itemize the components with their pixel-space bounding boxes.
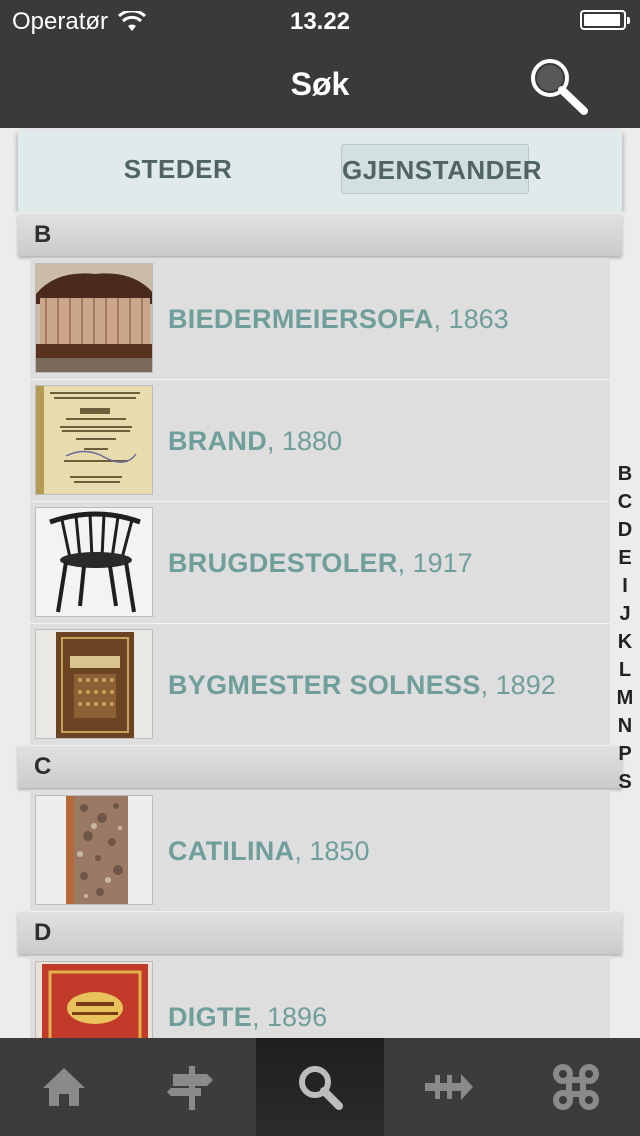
index-letter[interactable]: M (612, 684, 638, 712)
list-item[interactable]: CATILINA, 1850 (30, 790, 610, 912)
signpost-icon (167, 1066, 213, 1110)
section-header-d: D (18, 912, 622, 954)
search-icon[interactable] (526, 56, 590, 116)
index-letter[interactable]: D (612, 516, 638, 544)
tab-places[interactable] (128, 1038, 256, 1136)
tab-search[interactable] (256, 1038, 384, 1136)
item-year: , 1880 (267, 426, 343, 456)
item-name: BYGMESTER SOLNESS (168, 670, 481, 700)
segment-steder[interactable]: STEDER (118, 144, 238, 194)
item-name: CATILINA (168, 836, 295, 866)
list-item[interactable]: BRAND, 1880 (30, 380, 610, 502)
items-list[interactable]: B BIEDERMEIERSOFA, 1863 BRAND, 1880 BRUG… (0, 212, 640, 1038)
segmented-control: STEDER GJENSTANDER (18, 130, 622, 212)
list-item[interactable]: BYGMESTER SOLNESS, 1892 (30, 624, 610, 746)
item-label: CATILINA, 1850 (168, 790, 369, 912)
status-time: 13.22 (289, 8, 351, 35)
index-letter[interactable]: N (612, 712, 638, 740)
thumbnail-brand (35, 385, 153, 495)
item-year: , 1863 (433, 304, 509, 334)
timeline-icon (425, 1074, 473, 1100)
item-year: , 1850 (294, 836, 370, 866)
list-item[interactable]: DIGTE, 1896 (30, 956, 610, 1038)
segment-gjenstander[interactable]: GJENSTANDER (341, 144, 542, 194)
search-icon (299, 1066, 343, 1110)
section-header-c: C (18, 746, 622, 788)
battery-fill (584, 14, 620, 26)
tab-more[interactable] (512, 1038, 640, 1136)
index-letter[interactable]: P (612, 740, 638, 768)
section-header-b: B (18, 214, 622, 256)
thumbnail-sofa (35, 263, 153, 373)
battery-icon (580, 10, 630, 30)
item-name: DIGTE (168, 1002, 253, 1032)
item-label: BIEDERMEIERSOFA, 1863 (168, 258, 509, 380)
tab-home[interactable] (0, 1038, 128, 1136)
item-label: BRUGDESTOLER, 1917 (168, 502, 473, 624)
status-bar: Operatør 13.22 (0, 0, 640, 40)
item-label: BYGMESTER SOLNESS, 1892 (168, 624, 556, 746)
thumbnail-digte (35, 961, 153, 1038)
item-label: DIGTE, 1896 (168, 956, 327, 1038)
tab-timeline[interactable] (384, 1038, 512, 1136)
top-bar: Operatør 13.22 Søk (0, 0, 640, 128)
index-letter[interactable]: E (612, 544, 638, 572)
index-letter[interactable]: L (612, 656, 638, 684)
command-icon (553, 1064, 599, 1110)
home-icon (43, 1068, 85, 1106)
item-name: BRAND (168, 426, 267, 456)
index-letter[interactable]: S (612, 768, 638, 796)
item-name: BRUGDESTOLER (168, 548, 398, 578)
thumbnail-chair (35, 507, 153, 617)
list-item[interactable]: BRUGDESTOLER, 1917 (30, 502, 610, 624)
index-letter[interactable]: C (612, 488, 638, 516)
section-index[interactable]: B C D E I J K L M N P S (612, 460, 638, 796)
thumbnail-book-solness (35, 629, 153, 739)
thumbnail-catilina (35, 795, 153, 905)
index-letter[interactable]: J (612, 600, 638, 628)
item-label: BRAND, 1880 (168, 380, 342, 502)
tab-bar (0, 1038, 640, 1136)
index-letter[interactable]: B (612, 460, 638, 488)
item-year: , 1896 (252, 1002, 328, 1032)
index-letter[interactable]: K (612, 628, 638, 656)
list-item[interactable]: BIEDERMEIERSOFA, 1863 (30, 258, 610, 380)
index-letter[interactable]: I (612, 572, 638, 600)
item-year: , 1917 (397, 548, 473, 578)
item-name: BIEDERMEIERSOFA (168, 304, 434, 334)
item-year: , 1892 (480, 670, 556, 700)
